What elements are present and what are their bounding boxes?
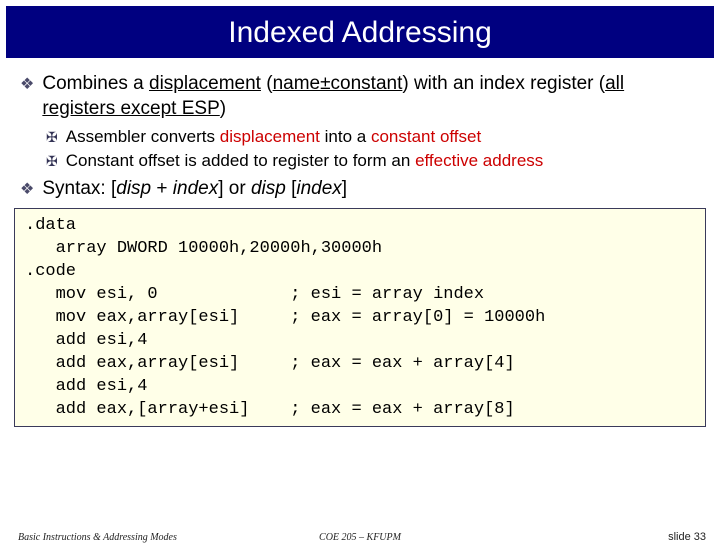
red-term: constant offset xyxy=(371,127,481,146)
italic-term: index xyxy=(173,178,218,199)
text-fragment: ( xyxy=(261,73,273,94)
text-fragment: + xyxy=(151,178,173,199)
footer-right: slide 33 xyxy=(668,531,706,543)
diamond-bullet-icon: ❖ xyxy=(20,180,34,201)
bullet-1-text: Combines a displacement (name±constant) … xyxy=(42,72,700,121)
bullet-2: ❖ Syntax: [disp + index] or disp [index] xyxy=(20,177,700,202)
red-term: effective address xyxy=(415,151,543,170)
footer-left: Basic Instructions & Addressing Modes xyxy=(18,532,177,543)
text-fragment: ) with an index register ( xyxy=(402,73,605,94)
diamond-bullet-icon: ❖ xyxy=(20,75,34,96)
text-fragment: [ xyxy=(286,178,297,199)
bullet-2-text: Syntax: [disp + index] or disp [index] xyxy=(42,177,347,202)
italic-term: disp xyxy=(116,178,151,199)
maltese-bullet-icon: ✠ xyxy=(46,153,58,170)
underlined-term: displacement xyxy=(149,73,261,94)
maltese-bullet-icon: ✠ xyxy=(46,129,58,146)
slide-body: ❖ Combines a displacement (name±constant… xyxy=(0,58,720,202)
italic-term: index xyxy=(296,178,341,199)
sub-bullet-2: ✠ Constant offset is added to register t… xyxy=(46,151,700,171)
sub-bullet-1: ✠ Assembler converts displacement into a… xyxy=(46,127,700,147)
underlined-term: name±constant xyxy=(273,73,403,94)
sub-bullet-2-text: Constant offset is added to register to … xyxy=(66,151,544,171)
text-fragment: ] or xyxy=(218,178,251,199)
footer-center: COE 205 – KFUPM xyxy=(319,532,401,543)
text-fragment: Combines a xyxy=(42,73,149,94)
text-fragment: ) xyxy=(220,98,226,119)
italic-term: disp xyxy=(251,178,286,199)
text-fragment: Constant offset is added to register to … xyxy=(66,151,415,170)
red-term: displacement xyxy=(220,127,320,146)
code-block: .data array DWORD 10000h,20000h,30000h .… xyxy=(14,208,706,426)
text-fragment: Syntax: [ xyxy=(42,178,116,199)
slide-title: Indexed Addressing xyxy=(6,6,714,58)
bullet-1: ❖ Combines a displacement (name±constant… xyxy=(20,72,700,121)
text-fragment: Assembler converts xyxy=(66,127,220,146)
text-fragment: ] xyxy=(342,178,347,199)
text-fragment: into a xyxy=(320,127,371,146)
sub-bullet-1-text: Assembler converts displacement into a c… xyxy=(66,127,481,147)
